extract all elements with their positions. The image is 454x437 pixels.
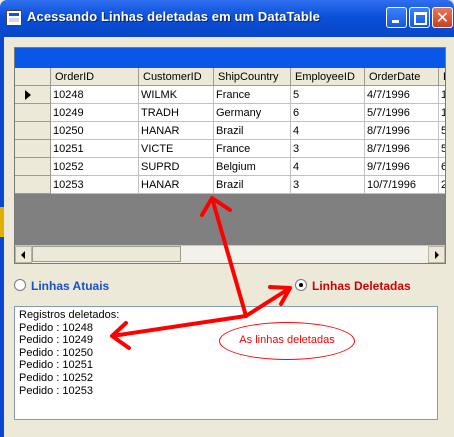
table-cell[interactable]: TRADH xyxy=(139,104,214,122)
table-cell[interactable]: 4 xyxy=(291,158,365,176)
table-cell[interactable]: 10251 xyxy=(51,140,139,158)
horizontal-scrollbar[interactable] xyxy=(15,245,445,263)
radio-label-deletadas: Linhas Deletadas xyxy=(312,279,411,293)
table-cell[interactable]: Brazil xyxy=(214,176,291,194)
table-cell[interactable]: 5/8 xyxy=(439,140,445,158)
title-bar[interactable]: Acessando Linhas deletadas em um DataTab… xyxy=(0,0,454,37)
table-cell[interactable]: 3 xyxy=(291,140,365,158)
table-cell[interactable]: Germany xyxy=(214,104,291,122)
column-header[interactable]: Re xyxy=(439,68,445,86)
output-textbox[interactable]: Registros deletados: Pedido : 10248 Pedido… xyxy=(14,306,438,420)
table-cell[interactable]: Brazil xyxy=(214,122,291,140)
app-icon xyxy=(6,10,22,26)
row-header[interactable] xyxy=(15,140,51,158)
row-pointer-icon[interactable] xyxy=(15,86,51,104)
column-header[interactable]: ShipCountry xyxy=(214,68,291,86)
column-header[interactable]: OrderDate xyxy=(365,68,439,86)
table-cell[interactable]: France xyxy=(214,86,291,104)
column-header[interactable]: CustomerID xyxy=(139,68,214,86)
close-button[interactable]: ✕ xyxy=(432,7,453,28)
table-cell[interactable]: 6/8 xyxy=(439,158,445,176)
radio-circle-deletadas[interactable] xyxy=(295,279,307,291)
table-cell[interactable]: HANAR xyxy=(139,122,214,140)
output-line: Pedido : 10253 xyxy=(19,384,94,397)
radio-circle-atuais[interactable] xyxy=(14,279,26,291)
output-line: Registros deletados: xyxy=(19,309,120,321)
column-header[interactable]: OrderID xyxy=(51,68,139,86)
scroll-right-icon[interactable] xyxy=(428,246,445,263)
table-cell[interactable]: 10253 xyxy=(51,176,139,194)
row-header[interactable] xyxy=(15,122,51,140)
row-header[interactable] xyxy=(15,104,51,122)
table-row[interactable]: 10252SUPRDBelgium49/7/19966/8 xyxy=(15,158,445,176)
table-cell[interactable]: 1/8 xyxy=(439,86,445,104)
minimize-button[interactable] xyxy=(386,7,407,28)
table-cell[interactable]: 5/7/1996 xyxy=(365,104,439,122)
window-title: Acessando Linhas deletadas em um DataTab… xyxy=(27,9,320,24)
table-cell[interactable]: 24/ xyxy=(439,176,445,194)
window-frame-left xyxy=(0,37,4,437)
table-cell[interactable]: 5/8 xyxy=(439,122,445,140)
radio-label-atuais: Linhas Atuais xyxy=(31,279,110,293)
output-line: Pedido : 10251 xyxy=(19,359,94,372)
grid-caption-bar xyxy=(15,48,445,68)
table-cell[interactable]: Belgium xyxy=(214,158,291,176)
table-cell[interactable]: 6 xyxy=(291,104,365,122)
table-cell[interactable]: WILMK xyxy=(139,86,214,104)
row-header[interactable] xyxy=(15,158,51,176)
table-cell[interactable]: VICTE xyxy=(139,140,214,158)
table-cell[interactable]: SUPRD xyxy=(139,158,214,176)
column-header[interactable]: EmployeeID xyxy=(291,68,365,86)
data-grid[interactable]: OrderID CustomerID ShipCountry EmployeeID Or… xyxy=(14,47,446,264)
output-line: Pedido : 10252 xyxy=(19,371,94,384)
corner-header xyxy=(15,68,51,86)
table-row[interactable]: 10251VICTEFrance38/7/19965/8 xyxy=(15,140,445,158)
table-cell[interactable]: 8/7/1996 xyxy=(365,140,439,158)
scroll-left-icon[interactable] xyxy=(15,246,32,263)
table-cell[interactable]: 10248 xyxy=(51,86,139,104)
table-cell[interactable]: 10/7/1996 xyxy=(365,176,439,194)
table-cell[interactable]: 4/7/1996 xyxy=(365,86,439,104)
table-cell[interactable]: France xyxy=(214,140,291,158)
table-cell[interactable]: 10252 xyxy=(51,158,139,176)
table-row[interactable]: 10249TRADHGermany65/7/199616/ xyxy=(15,104,445,122)
main-window: Acessando Linhas deletadas em um DataTab… xyxy=(0,0,454,437)
row-header[interactable] xyxy=(15,176,51,194)
table-cell[interactable]: 16/ xyxy=(439,104,445,122)
table-cell[interactable]: HANAR xyxy=(139,176,214,194)
table-row[interactable]: 10253HANARBrazil310/7/199624/ xyxy=(15,176,445,194)
table-cell[interactable]: 9/7/1996 xyxy=(365,158,439,176)
table-cell[interactable]: 10250 xyxy=(51,122,139,140)
table-cell[interactable]: 10249 xyxy=(51,104,139,122)
table-cell[interactable]: 4 xyxy=(291,122,365,140)
table-cell[interactable]: 3 xyxy=(291,176,365,194)
table-row[interactable]: 10250HANARBrazil48/7/19965/8 xyxy=(15,122,445,140)
table-row[interactable]: 10248WILMKFrance54/7/19961/8 xyxy=(15,86,445,104)
table-cell[interactable]: 5 xyxy=(291,86,365,104)
annotation-text: As linhas deletadas xyxy=(239,334,335,346)
close-icon: ✕ xyxy=(435,8,450,27)
scroll-thumb[interactable] xyxy=(32,246,181,262)
maximize-button[interactable] xyxy=(409,7,430,28)
table-cell[interactable]: 8/7/1996 xyxy=(365,122,439,140)
